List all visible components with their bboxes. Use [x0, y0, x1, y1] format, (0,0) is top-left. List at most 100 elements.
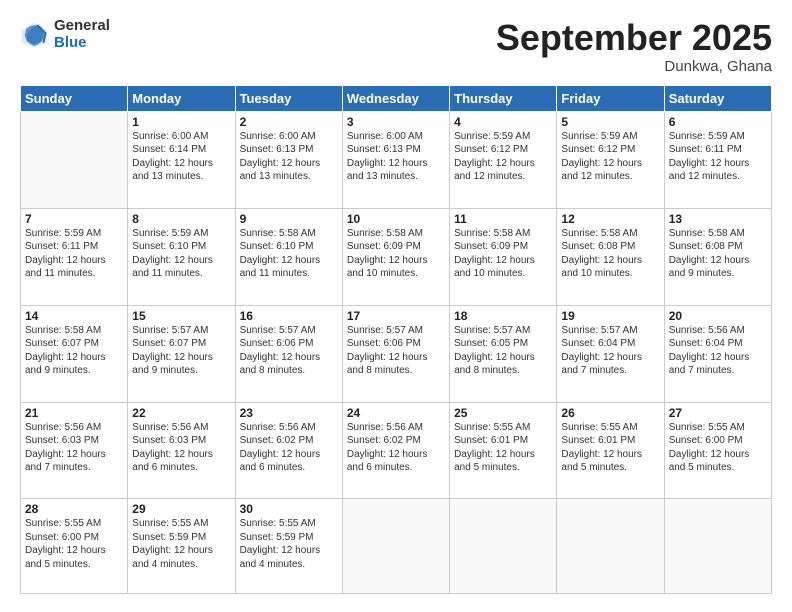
day-number: 7 — [25, 212, 123, 226]
day-number: 21 — [25, 406, 123, 420]
day-info: Sunrise: 5:58 AMSunset: 6:10 PMDaylight:… — [240, 227, 338, 281]
day-info: Sunrise: 5:55 AMSunset: 5:59 PMDaylight:… — [240, 517, 338, 571]
calendar-cell: 26Sunrise: 5:55 AMSunset: 6:01 PMDayligh… — [557, 402, 664, 499]
calendar-cell: 5Sunrise: 5:59 AMSunset: 6:12 PMDaylight… — [557, 111, 664, 208]
day-number: 3 — [347, 115, 445, 129]
calendar-cell — [342, 499, 449, 594]
day-info: Sunrise: 6:00 AMSunset: 6:13 PMDaylight:… — [240, 130, 338, 184]
location: Dunkwa, Ghana — [496, 58, 772, 75]
calendar-cell: 28Sunrise: 5:55 AMSunset: 6:00 PMDayligh… — [21, 499, 128, 594]
calendar-cell: 6Sunrise: 5:59 AMSunset: 6:11 PMDaylight… — [664, 111, 771, 208]
day-number: 14 — [25, 309, 123, 323]
calendar-cell: 8Sunrise: 5:59 AMSunset: 6:10 PMDaylight… — [128, 208, 235, 305]
calendar-cell: 19Sunrise: 5:57 AMSunset: 6:04 PMDayligh… — [557, 305, 664, 402]
calendar-header-row: SundayMondayTuesdayWednesdayThursdayFrid… — [21, 85, 772, 111]
calendar-cell: 30Sunrise: 5:55 AMSunset: 5:59 PMDayligh… — [235, 499, 342, 594]
day-info: Sunrise: 5:56 AMSunset: 6:04 PMDaylight:… — [669, 324, 767, 378]
calendar-week-5: 28Sunrise: 5:55 AMSunset: 6:00 PMDayligh… — [21, 499, 772, 594]
day-number: 5 — [561, 115, 659, 129]
day-info: Sunrise: 5:59 AMSunset: 6:12 PMDaylight:… — [561, 130, 659, 184]
calendar-cell: 9Sunrise: 5:58 AMSunset: 6:10 PMDaylight… — [235, 208, 342, 305]
header: General Blue September 2025 Dunkwa, Ghan… — [20, 18, 772, 75]
day-info: Sunrise: 5:55 AMSunset: 6:00 PMDaylight:… — [25, 517, 123, 571]
day-number: 15 — [132, 309, 230, 323]
day-header-friday: Friday — [557, 85, 664, 111]
day-number: 10 — [347, 212, 445, 226]
calendar-cell: 18Sunrise: 5:57 AMSunset: 6:05 PMDayligh… — [450, 305, 557, 402]
calendar-cell: 12Sunrise: 5:58 AMSunset: 6:08 PMDayligh… — [557, 208, 664, 305]
day-info: Sunrise: 5:58 AMSunset: 6:07 PMDaylight:… — [25, 324, 123, 378]
day-header-saturday: Saturday — [664, 85, 771, 111]
logo-icon — [20, 21, 48, 49]
day-info: Sunrise: 5:58 AMSunset: 6:09 PMDaylight:… — [454, 227, 552, 281]
day-info: Sunrise: 5:57 AMSunset: 6:06 PMDaylight:… — [240, 324, 338, 378]
calendar-cell: 16Sunrise: 5:57 AMSunset: 6:06 PMDayligh… — [235, 305, 342, 402]
calendar-cell — [21, 111, 128, 208]
page: General Blue September 2025 Dunkwa, Ghan… — [0, 0, 792, 612]
day-info: Sunrise: 5:59 AMSunset: 6:10 PMDaylight:… — [132, 227, 230, 281]
day-info: Sunrise: 5:55 AMSunset: 6:01 PMDaylight:… — [561, 421, 659, 475]
day-number: 20 — [669, 309, 767, 323]
calendar-week-3: 14Sunrise: 5:58 AMSunset: 6:07 PMDayligh… — [21, 305, 772, 402]
calendar-cell — [557, 499, 664, 594]
calendar-cell: 2Sunrise: 6:00 AMSunset: 6:13 PMDaylight… — [235, 111, 342, 208]
day-number: 19 — [561, 309, 659, 323]
day-info: Sunrise: 5:57 AMSunset: 6:06 PMDaylight:… — [347, 324, 445, 378]
calendar-cell: 11Sunrise: 5:58 AMSunset: 6:09 PMDayligh… — [450, 208, 557, 305]
day-info: Sunrise: 5:57 AMSunset: 6:07 PMDaylight:… — [132, 324, 230, 378]
calendar-cell: 29Sunrise: 5:55 AMSunset: 5:59 PMDayligh… — [128, 499, 235, 594]
calendar-cell: 13Sunrise: 5:58 AMSunset: 6:08 PMDayligh… — [664, 208, 771, 305]
calendar-cell — [450, 499, 557, 594]
day-info: Sunrise: 5:56 AMSunset: 6:02 PMDaylight:… — [347, 421, 445, 475]
day-info: Sunrise: 5:58 AMSunset: 6:09 PMDaylight:… — [347, 227, 445, 281]
day-number: 28 — [25, 502, 123, 516]
day-info: Sunrise: 5:57 AMSunset: 6:04 PMDaylight:… — [561, 324, 659, 378]
day-number: 24 — [347, 406, 445, 420]
day-number: 6 — [669, 115, 767, 129]
day-info: Sunrise: 5:55 AMSunset: 6:01 PMDaylight:… — [454, 421, 552, 475]
day-header-wednesday: Wednesday — [342, 85, 449, 111]
day-number: 13 — [669, 212, 767, 226]
day-info: Sunrise: 5:59 AMSunset: 6:11 PMDaylight:… — [669, 130, 767, 184]
logo-blue: Blue — [54, 35, 110, 52]
calendar-cell — [664, 499, 771, 594]
day-number: 4 — [454, 115, 552, 129]
day-number: 16 — [240, 309, 338, 323]
day-number: 12 — [561, 212, 659, 226]
day-number: 11 — [454, 212, 552, 226]
calendar-cell: 21Sunrise: 5:56 AMSunset: 6:03 PMDayligh… — [21, 402, 128, 499]
calendar-cell: 24Sunrise: 5:56 AMSunset: 6:02 PMDayligh… — [342, 402, 449, 499]
month-title: September 2025 — [496, 18, 772, 58]
day-info: Sunrise: 5:56 AMSunset: 6:03 PMDaylight:… — [25, 421, 123, 475]
calendar-cell: 3Sunrise: 6:00 AMSunset: 6:13 PMDaylight… — [342, 111, 449, 208]
day-header-thursday: Thursday — [450, 85, 557, 111]
calendar-week-1: 1Sunrise: 6:00 AMSunset: 6:14 PMDaylight… — [21, 111, 772, 208]
calendar-cell: 14Sunrise: 5:58 AMSunset: 6:07 PMDayligh… — [21, 305, 128, 402]
day-info: Sunrise: 6:00 AMSunset: 6:13 PMDaylight:… — [347, 130, 445, 184]
day-info: Sunrise: 5:58 AMSunset: 6:08 PMDaylight:… — [561, 227, 659, 281]
day-number: 22 — [132, 406, 230, 420]
calendar-week-4: 21Sunrise: 5:56 AMSunset: 6:03 PMDayligh… — [21, 402, 772, 499]
calendar-cell: 10Sunrise: 5:58 AMSunset: 6:09 PMDayligh… — [342, 208, 449, 305]
title-block: September 2025 Dunkwa, Ghana — [496, 18, 772, 75]
day-number: 30 — [240, 502, 338, 516]
calendar-cell: 23Sunrise: 5:56 AMSunset: 6:02 PMDayligh… — [235, 402, 342, 499]
logo-text: General Blue — [54, 18, 110, 51]
day-info: Sunrise: 5:57 AMSunset: 6:05 PMDaylight:… — [454, 324, 552, 378]
day-number: 25 — [454, 406, 552, 420]
day-info: Sunrise: 5:59 AMSunset: 6:12 PMDaylight:… — [454, 130, 552, 184]
calendar: SundayMondayTuesdayWednesdayThursdayFrid… — [20, 85, 772, 594]
day-number: 17 — [347, 309, 445, 323]
day-number: 8 — [132, 212, 230, 226]
calendar-cell: 15Sunrise: 5:57 AMSunset: 6:07 PMDayligh… — [128, 305, 235, 402]
day-number: 23 — [240, 406, 338, 420]
day-info: Sunrise: 5:55 AMSunset: 5:59 PMDaylight:… — [132, 517, 230, 571]
logo: General Blue — [20, 18, 110, 51]
day-info: Sunrise: 5:58 AMSunset: 6:08 PMDaylight:… — [669, 227, 767, 281]
day-number: 27 — [669, 406, 767, 420]
day-header-tuesday: Tuesday — [235, 85, 342, 111]
day-number: 1 — [132, 115, 230, 129]
day-info: Sunrise: 5:55 AMSunset: 6:00 PMDaylight:… — [669, 421, 767, 475]
day-header-monday: Monday — [128, 85, 235, 111]
calendar-cell: 25Sunrise: 5:55 AMSunset: 6:01 PMDayligh… — [450, 402, 557, 499]
